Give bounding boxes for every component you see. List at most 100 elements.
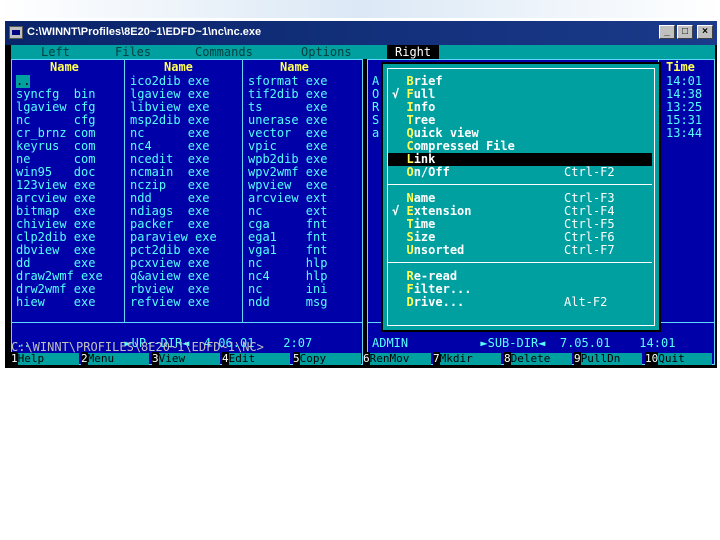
fkey-mkdir[interactable]: 7Mkdir bbox=[433, 352, 501, 365]
fkey-pulldn[interactable]: 9PullDn bbox=[574, 352, 642, 365]
menu-shortcut: Ctrl-F7 bbox=[564, 243, 615, 257]
col-divider bbox=[242, 60, 243, 322]
menu-right[interactable]: Right bbox=[387, 45, 440, 59]
status-divider bbox=[12, 322, 362, 323]
fkey-label: View bbox=[158, 353, 220, 365]
close-button[interactable]: × bbox=[697, 25, 713, 39]
menu-item-label: ilter... bbox=[413, 282, 472, 296]
hotkey-letter: B bbox=[406, 74, 414, 88]
fkey-copy[interactable]: 5Copy bbox=[293, 352, 361, 365]
menu-item[interactable]: On/Off Ctrl-F2 bbox=[388, 166, 652, 179]
title-bar: C:\WINNT\Profiles\8E20~1\EDFD~1\nc\nc.ex… bbox=[5, 21, 717, 45]
hotkey-letter: F bbox=[406, 87, 414, 101]
fkey-label: Mkdir bbox=[439, 353, 501, 365]
menu-item-label: ull bbox=[413, 87, 436, 101]
fkey-view[interactable]: 3View bbox=[152, 352, 220, 365]
fkey-number: 7 bbox=[433, 352, 440, 365]
fkey-number: 5 bbox=[293, 352, 300, 365]
hotkey-letter: T bbox=[406, 113, 414, 127]
slide-top-band bbox=[0, 0, 720, 18]
dropdown-frame: Brief √ Full Info Tree Quick view Compres… bbox=[387, 68, 655, 326]
menu-shortcut: Ctrl-F2 bbox=[564, 165, 615, 179]
menu-item-label: ame bbox=[413, 191, 436, 205]
column-header: Name bbox=[280, 60, 309, 74]
fkey-label: RenMov bbox=[369, 353, 431, 365]
fkey-label: Edit bbox=[228, 353, 290, 365]
hotkey-letter: L bbox=[406, 152, 414, 166]
fkey-label: Copy bbox=[299, 353, 361, 365]
fkey-number: 10 bbox=[645, 352, 659, 365]
fkey-number: 6 bbox=[363, 352, 370, 365]
hotkey-letter: D bbox=[406, 295, 414, 309]
fkey-label: Help bbox=[17, 353, 79, 365]
nc-console: Left Files Commands Options Right Name N… bbox=[11, 45, 715, 365]
fkey-number: 3 bbox=[152, 352, 159, 365]
menu-item-label: ree bbox=[413, 113, 436, 127]
menu-item-label: rief bbox=[413, 74, 443, 88]
column-header: Name bbox=[50, 60, 79, 74]
menu-item-label: ompressed File bbox=[413, 139, 515, 153]
menu-item-label: nfo bbox=[413, 100, 436, 114]
file-entry[interactable]: refview exe bbox=[130, 296, 209, 309]
fkey-menu[interactable]: 2Menu bbox=[81, 352, 149, 365]
fkey-number: 8 bbox=[504, 352, 511, 365]
hotkey-letter: U bbox=[406, 243, 414, 257]
menu-item-label: ime bbox=[413, 217, 436, 231]
file-entry[interactable]: ndd msg bbox=[248, 296, 327, 309]
menu-item[interactable]: Unsorted Ctrl-F7 bbox=[388, 244, 652, 257]
menu-separator bbox=[388, 184, 652, 185]
fkey-delete[interactable]: 8Delete bbox=[504, 352, 572, 365]
hotkey-letter: S bbox=[406, 230, 414, 244]
menu-item-label: rive... bbox=[413, 295, 465, 309]
maximize-button[interactable]: □ bbox=[677, 25, 693, 39]
fkey-number: 4 bbox=[222, 352, 229, 365]
menu-item-label: nsorted bbox=[413, 243, 465, 257]
hotkey-letter: C bbox=[406, 139, 414, 153]
fkey-edit[interactable]: 4Edit bbox=[222, 352, 290, 365]
col-divider bbox=[124, 60, 125, 322]
console-app-icon bbox=[9, 26, 23, 39]
file-time: 13:44 bbox=[666, 126, 703, 140]
menu-files[interactable]: Files bbox=[115, 45, 151, 59]
file-entry[interactable]: hiew exe bbox=[16, 296, 95, 309]
hotkey-letter: T bbox=[406, 217, 414, 231]
fkey-label: Delete bbox=[510, 353, 572, 365]
file-entry[interactable]: a bbox=[372, 127, 379, 140]
menu-item-label: ize bbox=[413, 230, 436, 244]
fkey-number: 2 bbox=[81, 352, 88, 365]
function-key-bar: 1Help 2Menu 3View 4Edit 5Copy 6RenMov 7Mkdir 8D… bbox=[11, 352, 715, 365]
fkey-renmov[interactable]: 6RenMov bbox=[363, 352, 431, 365]
menu-item-label: n/Off bbox=[413, 165, 450, 179]
fkey-number: 9 bbox=[574, 352, 581, 365]
menu-item-label: e-read bbox=[413, 269, 458, 283]
menu-left[interactable]: Left bbox=[41, 45, 70, 59]
menu-shortcut: Alt-F2 bbox=[564, 295, 608, 309]
fkey-number: 1 bbox=[11, 352, 18, 365]
menu-item-label: ink bbox=[413, 152, 436, 166]
left-panel[interactable]: Name Name Name .. syncfg bin lgaview cfg nc… bbox=[11, 59, 363, 365]
fkey-help[interactable]: 1Help bbox=[11, 352, 79, 365]
fkey-label: Menu bbox=[87, 353, 149, 365]
hotkey-letter: O bbox=[406, 165, 414, 179]
time-header: Time bbox=[666, 60, 695, 74]
hotkey-letter: I bbox=[406, 100, 414, 114]
fkey-quit[interactable]: 10Quit bbox=[645, 352, 713, 365]
menu-options[interactable]: Options bbox=[301, 45, 352, 59]
hotkey-letter: R bbox=[406, 269, 414, 283]
column-header: Name bbox=[164, 60, 193, 74]
menu-item-label: xtension bbox=[413, 204, 472, 218]
hotkey-letter: N bbox=[406, 191, 414, 205]
minimize-button[interactable]: _ bbox=[659, 25, 675, 39]
right-menu-dropdown: Brief √ Full Info Tree Quick view Compres… bbox=[381, 62, 661, 332]
hotkey-letter: Q bbox=[406, 126, 414, 140]
window-title: C:\WINNT\Profiles\8E20~1\EDFD~1\nc\nc.ex… bbox=[27, 26, 262, 38]
menu-bar: Left Files Commands Options Right bbox=[11, 45, 715, 59]
menu-commands[interactable]: Commands bbox=[195, 45, 253, 59]
menu-item-label: uick view bbox=[413, 126, 479, 140]
hotkey-letter: F bbox=[406, 282, 414, 296]
menu-separator bbox=[388, 262, 652, 263]
console-window: C:\WINNT\Profiles\8E20~1\EDFD~1\nc\nc.ex… bbox=[5, 21, 717, 368]
menu-item[interactable]: Drive... Alt-F2 bbox=[388, 296, 652, 309]
hotkey-letter: E bbox=[406, 204, 414, 218]
fkey-label: PullDn bbox=[580, 353, 642, 365]
